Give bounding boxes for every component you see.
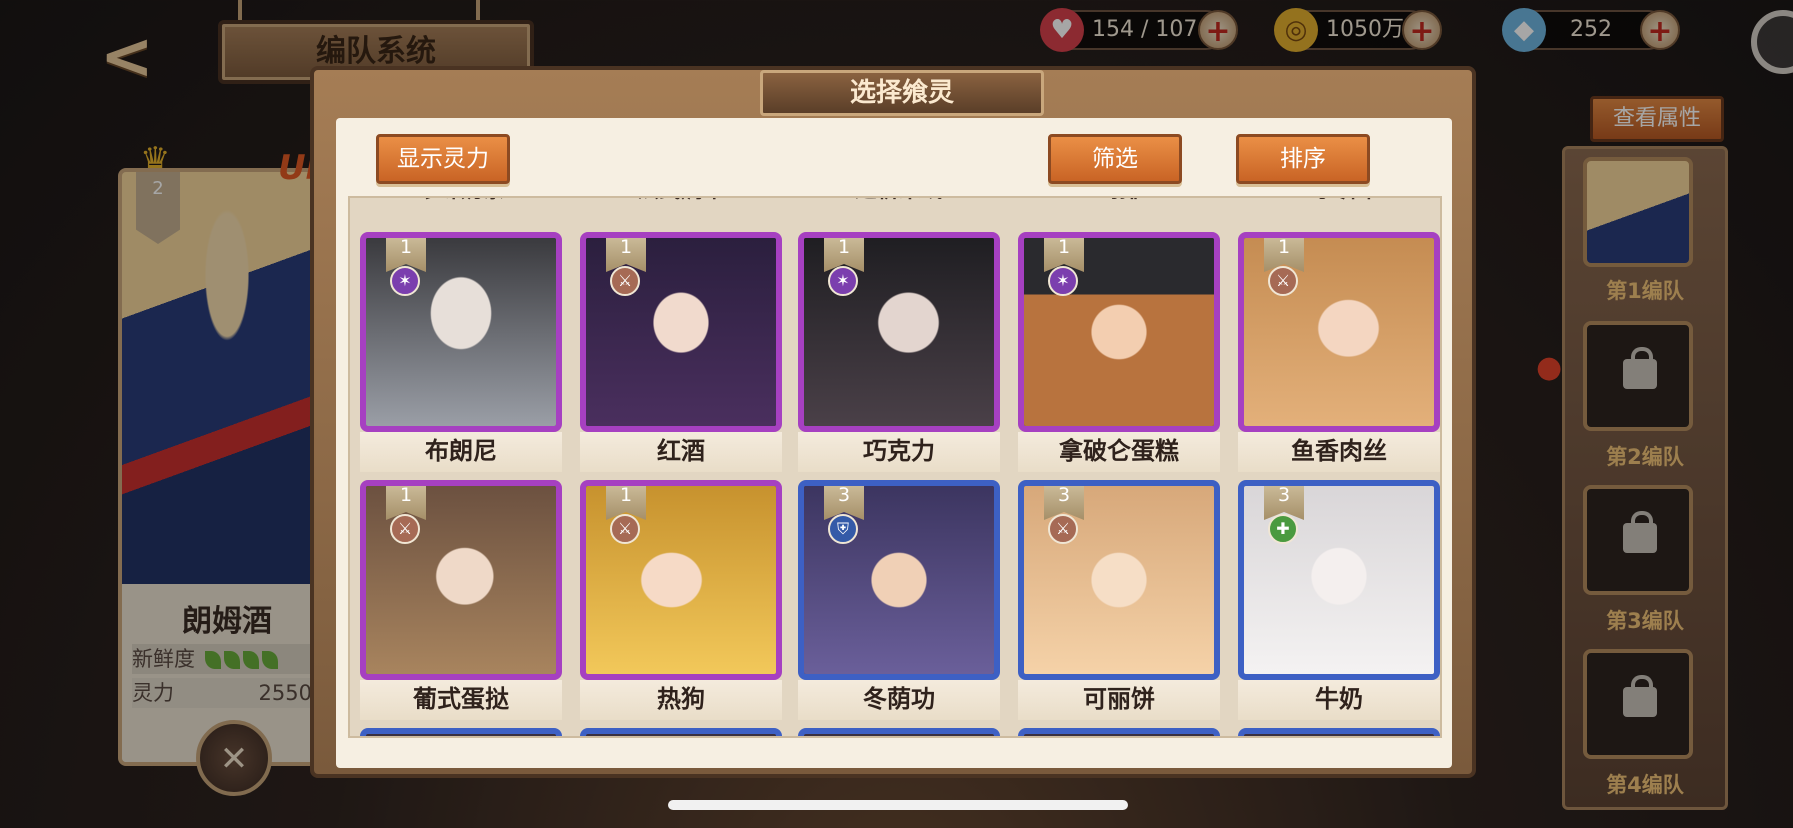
card-frame: 1 ⚔ [580, 480, 782, 680]
sword-type-icon: ⚔ [390, 514, 420, 544]
character-card[interactable]: 1 ✶ 布朗尼 [360, 232, 562, 477]
partial-card[interactable] [798, 728, 1000, 736]
character-card[interactable]: 3 ✚ 牛奶 [1238, 480, 1440, 725]
character-card[interactable]: 1 ⚔ 葡式蛋挞 [360, 480, 562, 725]
character-card[interactable]: 1 ✶ 巧克力 [798, 232, 1000, 477]
character-name: 牛奶 [1238, 680, 1440, 720]
partial-card-name: 法式焗牛 [580, 198, 782, 206]
sword-type-icon: ⚔ [1048, 514, 1078, 544]
character-name: 鱼香肉丝 [1238, 432, 1440, 472]
character-name: 布朗尼 [360, 432, 562, 472]
sword-type-icon: ⚔ [1268, 266, 1298, 296]
character-card[interactable]: 1 ✶ 拿破仑蛋糕 [1018, 232, 1220, 477]
card-frame: 1 ✶ [360, 232, 562, 432]
partial-card-name: 珍珠奶茶 [360, 198, 562, 206]
card-frame: 1 ⚔ [1238, 232, 1440, 432]
character-name: 葡式蛋挞 [360, 680, 562, 720]
star-type-icon: ✶ [1048, 266, 1078, 296]
card-frame: 3 ⛨ [798, 480, 1000, 680]
character-name: 热狗 [580, 680, 782, 720]
sort-button[interactable]: 排序 [1236, 134, 1370, 184]
character-card[interactable]: 1 ⚔ 鱼香肉丝 [1238, 232, 1440, 477]
card-frame: 1 ✶ [798, 232, 1000, 432]
partial-card-name: 过桥米线 [798, 198, 1000, 206]
sword-type-icon: ⚔ [610, 514, 640, 544]
home-indicator [668, 800, 1128, 810]
partial-card[interactable] [360, 728, 562, 736]
card-frame: 1 ⚔ [360, 480, 562, 680]
heal-type-icon: ✚ [1268, 514, 1298, 544]
card-frame: 1 ⚔ [580, 232, 782, 432]
partial-card[interactable] [580, 728, 782, 736]
modal-title: 选择飨灵 [760, 70, 1044, 116]
character-grid[interactable]: 珍珠奶茶 法式焗牛 过桥米线 鸡排 乌冬面 1✶布朗尼1⚔红酒1✶巧克力1✶拿破… [348, 196, 1442, 738]
star-type-icon: ✶ [390, 266, 420, 296]
character-name: 可丽饼 [1018, 680, 1220, 720]
card-frame: 3 ⚔ [1018, 480, 1220, 680]
character-card[interactable]: 1 ⚔ 热狗 [580, 480, 782, 725]
character-card[interactable]: 3 ⛨ 冬荫功 [798, 480, 1000, 725]
character-card[interactable]: 1 ⚔ 红酒 [580, 232, 782, 477]
show-power-button[interactable]: 显示灵力 [376, 134, 510, 184]
star-type-icon: ✶ [828, 266, 858, 296]
character-name: 拿破仑蛋糕 [1018, 432, 1220, 472]
card-frame: 3 ✚ [1238, 480, 1440, 680]
partial-card[interactable] [1238, 728, 1440, 736]
card-frame: 1 ✶ [1018, 232, 1220, 432]
character-name: 巧克力 [798, 432, 1000, 472]
character-name: 红酒 [580, 432, 782, 472]
shield-type-icon: ⛨ [828, 514, 858, 544]
sword-type-icon: ⚔ [610, 266, 640, 296]
character-name: 冬荫功 [798, 680, 1000, 720]
partial-card[interactable] [1018, 728, 1220, 736]
filter-button[interactable]: 筛选 [1048, 134, 1182, 184]
partial-card-name: 乌冬面 [1238, 198, 1440, 206]
partial-card-name: 鸡排 [1018, 198, 1220, 206]
character-card[interactable]: 3 ⚔ 可丽饼 [1018, 480, 1220, 725]
